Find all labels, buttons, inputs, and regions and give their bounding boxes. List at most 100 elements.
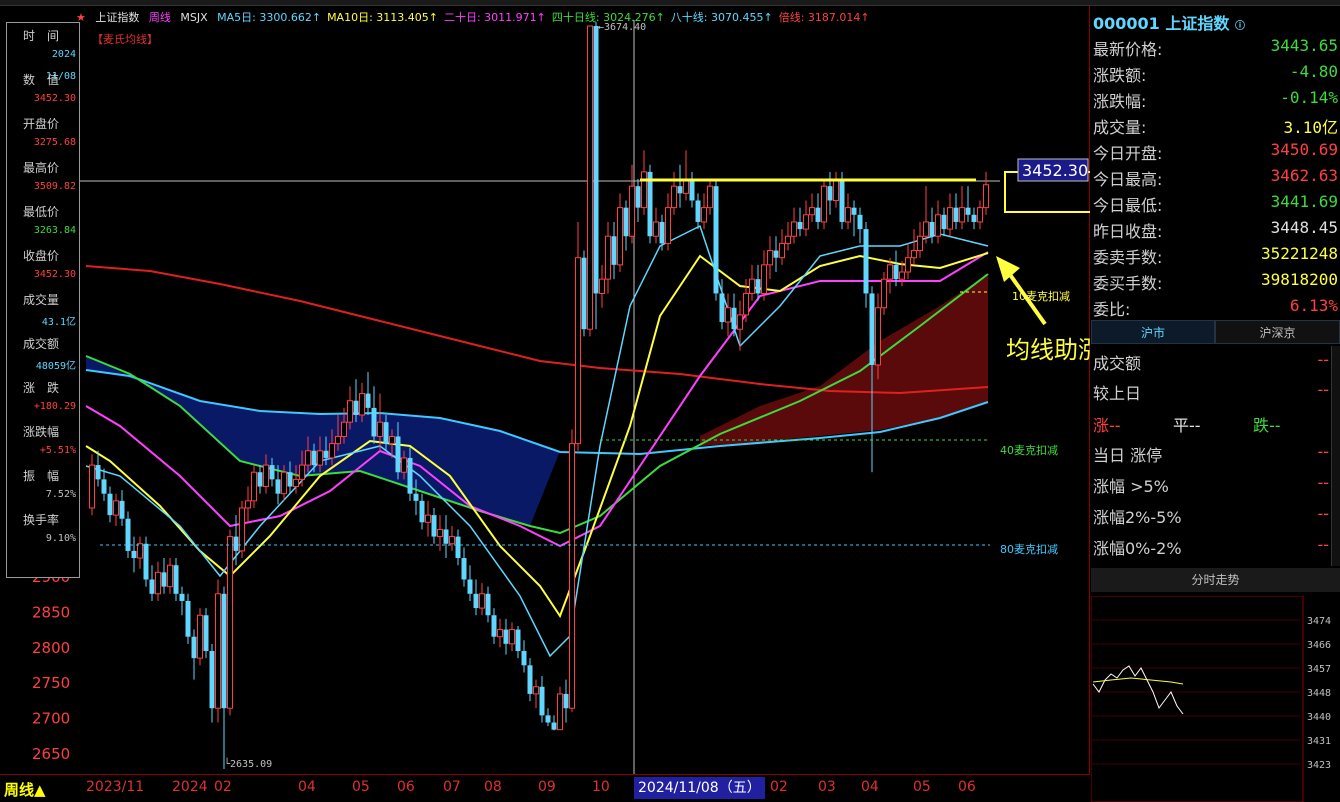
intraday-chart[interactable]: 3474 3466 3457 3448 3440 3431 3423 [1091,596,1340,802]
info-value: 3452.30 [33,93,76,104]
candle-down [131,536,137,573]
candle-down [713,179,719,301]
x-tick: 07 [443,779,461,795]
x-tick: 02 [770,779,788,795]
candle-down [857,207,863,244]
candle-down [161,558,167,594]
breadth-row: 成交额 -- [1093,348,1329,379]
candle-up [707,179,713,215]
stock-name: 上证指数 [1165,14,1230,33]
candle-down [953,193,959,230]
info-label: 收盘价 [23,249,60,263]
quote-value: 3441.69 [1270,192,1338,211]
chart-canvas[interactable]: ←3674.40└2635.09290028502800275027002650… [0,6,1090,774]
quote-value: 3450.69 [1270,140,1338,159]
quote-row: 委买手数: 39818200 [1093,268,1338,294]
quote-value: 39818200 [1260,270,1338,289]
tab-all-markets[interactable]: 沪深京 [1215,320,1340,344]
candle-down [797,207,803,237]
candle-down [119,490,125,526]
scrollbar[interactable] [1331,346,1340,566]
candle-down [689,171,695,208]
candle-down [455,529,461,566]
ma-legend-item: MA5日: 3300.662↑ [217,11,322,24]
info-label: 最低价 [23,205,60,219]
breadth-label: 涨幅 >5% [1093,477,1169,496]
quote-label: 委比: [1093,300,1131,319]
flat-count: 平-- [1173,416,1201,435]
info-value: 3452.30 [33,269,76,280]
candle-up [425,500,431,537]
candle-up [665,193,671,251]
stock-header: 000001 上证指数 ⓘ [1093,10,1245,34]
candle-down [173,558,179,601]
info-value: +180.29 [33,401,76,412]
candle-up [641,150,647,215]
ma-cloud-blue [86,356,560,526]
intraday-title[interactable]: 分时走势 [1091,568,1340,592]
candle-up [749,264,755,301]
candle-up [881,271,887,315]
candle-up [947,193,953,237]
quote-row: 委比: 6.13% [1093,294,1338,320]
deduct-label: 80麦克扣减 [1000,542,1058,556]
candle-up [911,229,917,265]
candle-down [827,171,833,215]
quote-row: 今日最高: 3462.63 [1093,164,1338,190]
breadth-row: 涨幅 >5% -- [1093,471,1329,502]
candle-down [107,486,113,523]
candle-down [95,450,101,487]
candle-down [611,221,617,280]
info-row: 涨 跌 +180.29 [7,375,79,419]
candle-up [251,465,257,508]
candle-down [971,207,977,230]
intraday-y-tick: 3448 [1307,688,1331,699]
quote-row: 委卖手数: 35221248 [1093,242,1338,268]
info-row: 最低价 3263.84 [7,199,79,243]
candle-up [983,171,989,215]
market-tabs[interactable]: 沪市 沪深京 [1091,320,1340,344]
x-tick: 10 [592,779,610,795]
candle-down [551,715,557,731]
candle-down [485,586,491,623]
tab-shanghai[interactable]: 沪市 [1091,320,1215,344]
candle-down [125,511,131,559]
breadth-row: 较上日 -- [1093,378,1329,409]
candle-up [725,293,731,337]
candle-up [617,193,623,272]
info-value: 48059亿 [35,361,76,372]
quote-label: 涨跌幅: [1093,92,1147,111]
candle-down [773,236,779,272]
candle-up [683,150,689,201]
candle-down [461,547,467,587]
quote-label: 今日开盘: [1093,144,1163,163]
candle-up [977,200,983,230]
candle-down [491,608,497,644]
quote-row: 今日最低: 3441.69 [1093,190,1338,216]
breadth-value: -- [1317,350,1329,369]
candle-up [845,193,851,230]
candle-down [371,386,377,444]
candle-up [497,618,503,648]
quote-value: 3443.65 [1270,36,1338,55]
chart-indicator: MSJX [180,11,208,24]
candle-up [215,579,221,723]
candle-up [167,558,173,594]
candle-down [185,593,191,644]
info-icon[interactable]: ⓘ [1235,21,1245,32]
candle-up [923,186,929,244]
deduct-label: 40麦克扣减 [1000,443,1058,457]
intraday-y-tick: 3423 [1307,760,1331,771]
candle-up [137,536,143,569]
quote-value: -4.80 [1289,62,1338,81]
kline-chart[interactable]: ←3674.40└2635.09290028502800275027002650… [0,6,1090,774]
x-tick: 04 [861,779,879,795]
x-tick: 04 [298,779,316,795]
breadth-value: -- [1317,535,1329,554]
breadth-row: 涨幅2%-5% -- [1093,502,1329,533]
period-selector[interactable]: 周线▲ [4,779,46,800]
candle-up [917,221,923,258]
cursor-date: 2024/11/08（五） [634,777,765,799]
quote-panel: 000001 上证指数 ⓘ 最新价格: 3443.65 涨跌额: -4.80 涨跌幅: -… [1091,6,1340,802]
candle-down [143,536,149,587]
